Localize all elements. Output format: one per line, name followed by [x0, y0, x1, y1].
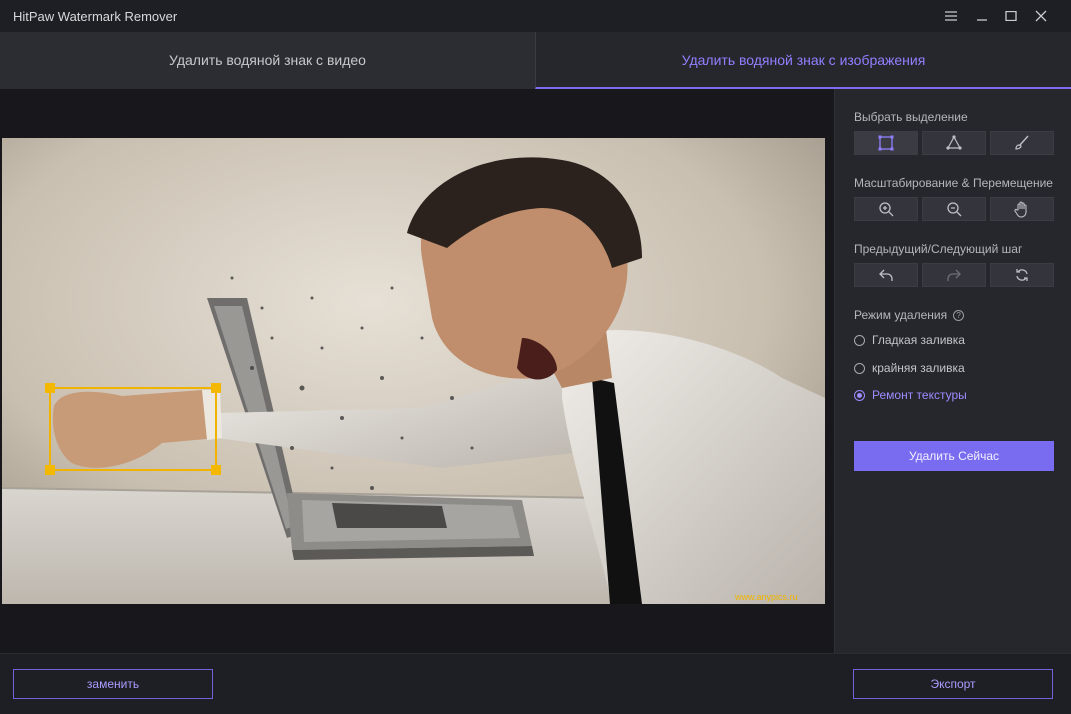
mode-texture-repair[interactable]: Ремонт текстуры — [854, 388, 967, 402]
tool-panel: Выбрать выделение Масштабирование & Пере… — [834, 89, 1071, 653]
hand-pan-icon[interactable] — [990, 197, 1054, 221]
redo-icon[interactable] — [922, 263, 986, 287]
maximize-icon[interactable] — [995, 0, 1027, 32]
tab-image[interactable]: Удалить водяной знак с изображения — [535, 32, 1071, 89]
replace-button[interactable]: заменить — [13, 669, 213, 699]
selection-label: Выбрать выделение — [854, 110, 968, 124]
mode-tabs: Удалить водяной знак с видео Удалить вод… — [0, 32, 1071, 89]
radio-selected-icon — [854, 389, 865, 401]
selection-handle[interactable] — [45, 383, 55, 393]
title-bar: HitPaw Watermark Remover — [0, 0, 1071, 32]
mode-option-label: крайняя заливка — [872, 361, 965, 375]
mode-smooth-fill[interactable]: Гладкая заливка — [854, 333, 965, 347]
mode-label: Режим удаления — [854, 308, 948, 322]
remove-now-button[interactable]: Удалить Сейчас — [854, 441, 1054, 471]
minimize-icon[interactable] — [966, 0, 998, 32]
window-title: HitPaw Watermark Remover — [13, 8, 178, 24]
selection-handle[interactable] — [45, 465, 55, 475]
selection-tools — [854, 131, 1054, 155]
preview-image[interactable]: www.anypics.ru — [2, 138, 825, 604]
step-label: Предыдущий/Следующий шаг — [854, 242, 1023, 256]
selection-handle[interactable] — [211, 465, 221, 475]
undo-icon[interactable] — [854, 263, 918, 287]
image-watermark: www.anypics.ru — [734, 592, 798, 602]
help-icon[interactable]: ? — [953, 309, 965, 321]
zoom-tools — [854, 197, 1054, 221]
reset-icon[interactable] — [990, 263, 1054, 287]
selection-handle[interactable] — [211, 383, 221, 393]
mode-option-label: Гладкая заливка — [872, 333, 965, 347]
zoom-in-icon[interactable] — [854, 197, 918, 221]
rectangle-select-icon[interactable] — [854, 131, 918, 155]
mode-option-label: Ремонт текстуры — [872, 388, 967, 402]
canvas-area: www.anypics.ru — [0, 89, 834, 653]
radio-icon — [854, 334, 865, 346]
polygon-lasso-icon[interactable] — [922, 131, 986, 155]
selection-box[interactable] — [45, 383, 221, 475]
bottom-bar: заменить Экспорт — [0, 653, 1071, 714]
zoom-out-icon[interactable] — [922, 197, 986, 221]
tab-video[interactable]: Удалить водяной знак с видео — [0, 32, 535, 89]
mode-section: Режим удаления ? — [854, 308, 965, 322]
brush-icon[interactable] — [990, 131, 1054, 155]
close-icon[interactable] — [1025, 0, 1057, 32]
step-tools — [854, 263, 1054, 287]
menu-icon[interactable] — [935, 0, 967, 32]
zoom-label: Масштабирование & Перемещение — [854, 176, 1053, 190]
mode-edge-fill[interactable]: крайняя заливка — [854, 361, 965, 375]
radio-icon — [854, 362, 865, 374]
export-button[interactable]: Экспорт — [853, 669, 1053, 699]
